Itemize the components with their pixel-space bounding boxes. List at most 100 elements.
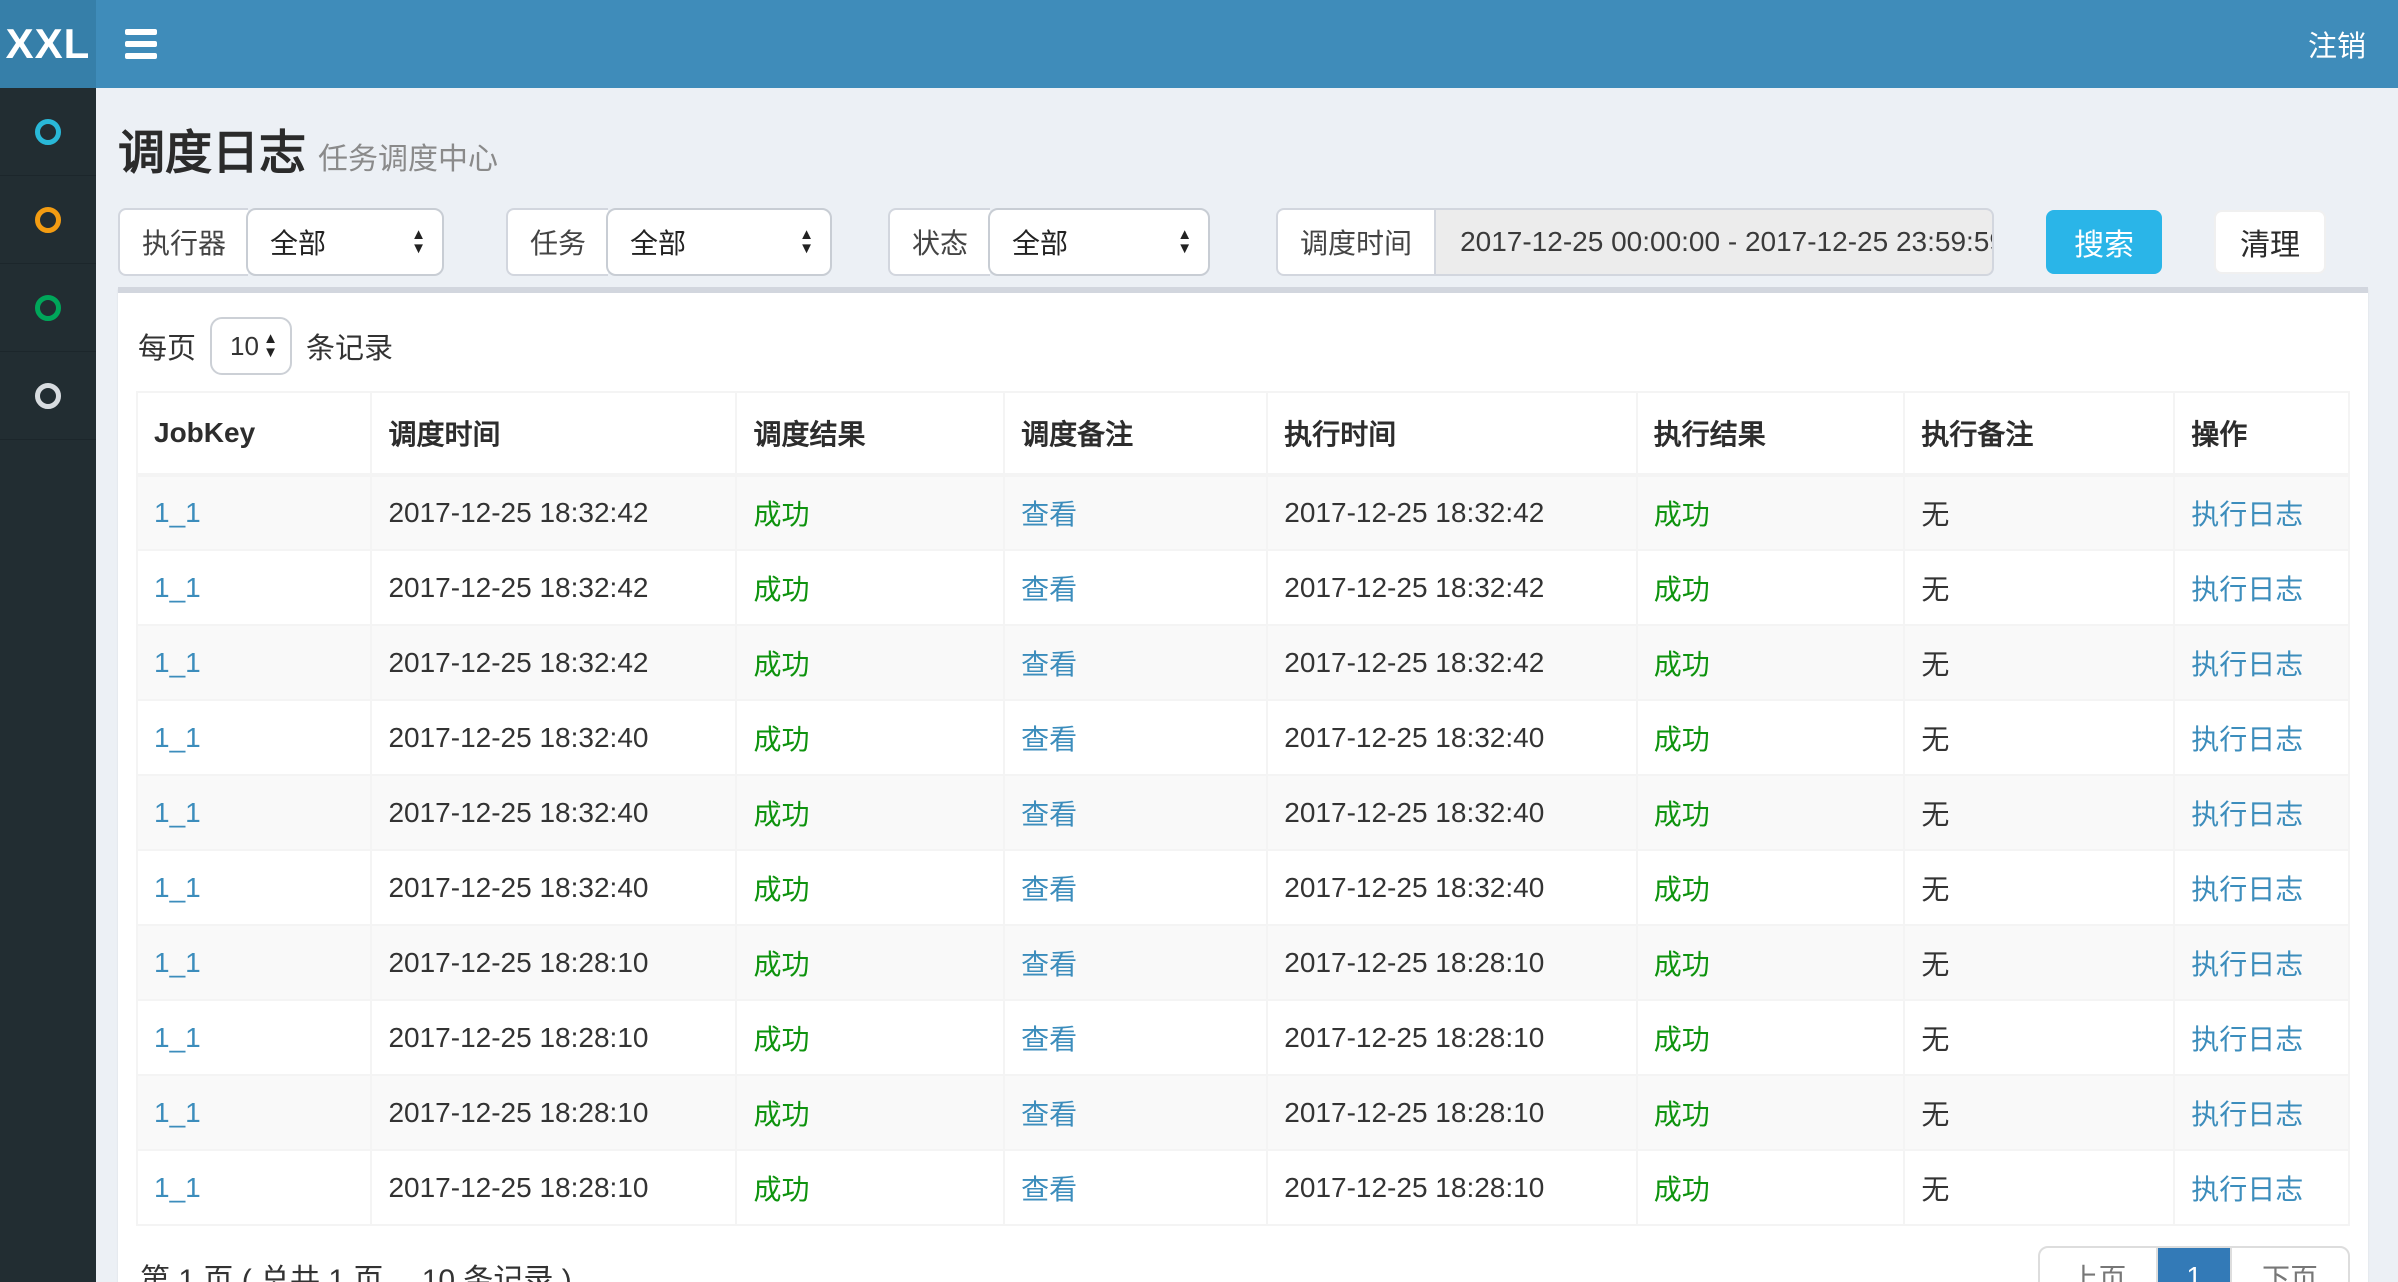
- execution-log-link[interactable]: 执行日志: [2191, 724, 2303, 755]
- trigger-msg-view-link[interactable]: 查看: [1021, 1024, 1077, 1055]
- column-header: 执行备注: [1904, 392, 2174, 475]
- circle-icon: [35, 383, 61, 409]
- execution-log-link[interactable]: 执行日志: [2191, 1099, 2303, 1130]
- handle-time: 2017-12-25 18:32:40: [1284, 872, 1544, 903]
- page-size-suffix-label: 条记录: [306, 325, 393, 367]
- logout-link[interactable]: 注销: [2276, 0, 2398, 88]
- executor-filter-group: 执行器 全部 ▲▼: [118, 208, 444, 276]
- job-key-link[interactable]: 1_1: [154, 947, 201, 978]
- table-row: 1_12017-12-25 18:32:42成功查看2017-12-25 18:…: [137, 550, 2349, 625]
- sidebar-menu-item-4[interactable]: [0, 352, 96, 440]
- execution-log-link[interactable]: 执行日志: [2191, 649, 2303, 680]
- job-key-link[interactable]: 1_1: [154, 1097, 201, 1128]
- handle-msg: 无: [1921, 574, 1949, 605]
- trigger-time-filter-group: 调度时间 2017-12-25 00:00:00 - 2017-12-25 23…: [1276, 208, 1994, 276]
- handle-result: 成功: [1654, 1174, 1710, 1205]
- sidebar-toggle-button[interactable]: [96, 0, 186, 88]
- clear-button[interactable]: 清理: [2214, 210, 2326, 274]
- page-size-value: 10: [230, 331, 259, 362]
- job-filter-value: 全部: [630, 222, 686, 262]
- handle-time: 2017-12-25 18:32:42: [1284, 647, 1544, 678]
- trigger-msg-view-link[interactable]: 查看: [1021, 574, 1077, 605]
- next-page-button[interactable]: 下页: [2232, 1248, 2348, 1282]
- trigger-time: 2017-12-25 18:28:10: [388, 1172, 648, 1203]
- log-panel: 每页 10 ▲▼ 条记录 JobKey调度时间调度结果调度备注执行时间执行结果执…: [118, 287, 2368, 1282]
- table-row: 1_12017-12-25 18:28:10成功查看2017-12-25 18:…: [137, 1075, 2349, 1150]
- sidebar-menu: [0, 88, 96, 1282]
- handle-time: 2017-12-25 18:28:10: [1284, 947, 1544, 978]
- column-header: 调度结果: [736, 392, 1004, 475]
- execution-log-link[interactable]: 执行日志: [2191, 499, 2303, 530]
- navbar-spacer: [186, 0, 2276, 88]
- trigger-msg-view-link[interactable]: 查看: [1021, 499, 1077, 530]
- trigger-msg-view-link[interactable]: 查看: [1021, 724, 1077, 755]
- content-area: 调度日志任务调度中心 执行器 全部 ▲▼ 任务 全部 ▲▼ 状态: [96, 88, 2398, 1282]
- prev-page-button[interactable]: 上页: [2040, 1248, 2158, 1282]
- handle-result: 成功: [1654, 799, 1710, 830]
- select-arrows-icon: ▲▼: [411, 228, 426, 256]
- handle-time: 2017-12-25 18:32:42: [1284, 497, 1544, 528]
- handle-msg: 无: [1921, 649, 1949, 680]
- column-header: 执行时间: [1267, 392, 1636, 475]
- handle-result: 成功: [1654, 949, 1710, 980]
- execution-log-link[interactable]: 执行日志: [2191, 1024, 2303, 1055]
- page-header: 调度日志任务调度中心: [118, 88, 2368, 203]
- executor-filter-select[interactable]: 全部 ▲▼: [246, 208, 444, 276]
- top-navbar: XXL 注销: [0, 0, 2398, 88]
- page-size-prefix-label: 每页: [138, 325, 196, 367]
- status-filter-select[interactable]: 全部 ▲▼: [988, 208, 1210, 276]
- select-arrows-icon: ▲▼: [799, 228, 814, 256]
- job-key-link[interactable]: 1_1: [154, 1022, 201, 1053]
- job-filter-select[interactable]: 全部 ▲▼: [606, 208, 832, 276]
- sidebar-menu-item-2[interactable]: [0, 176, 96, 264]
- execution-log-link[interactable]: 执行日志: [2191, 874, 2303, 905]
- handle-msg: 无: [1921, 1174, 1949, 1205]
- job-key-link[interactable]: 1_1: [154, 497, 201, 528]
- execution-log-link[interactable]: 执行日志: [2191, 574, 2303, 605]
- select-arrows-icon: ▲▼: [1177, 228, 1192, 256]
- page-size-select[interactable]: 10 ▲▼: [210, 317, 292, 375]
- trigger-result: 成功: [753, 1099, 809, 1130]
- job-key-link[interactable]: 1_1: [154, 872, 201, 903]
- trigger-msg-view-link[interactable]: 查看: [1021, 1174, 1077, 1205]
- trigger-result: 成功: [753, 724, 809, 755]
- table-row: 1_12017-12-25 18:32:42成功查看2017-12-25 18:…: [137, 475, 2349, 550]
- sidebar-menu-item-3[interactable]: [0, 264, 96, 352]
- status-filter-label: 状态: [888, 208, 990, 276]
- execution-log-link[interactable]: 执行日志: [2191, 799, 2303, 830]
- trigger-msg-view-link[interactable]: 查看: [1021, 649, 1077, 680]
- trigger-msg-view-link[interactable]: 查看: [1021, 799, 1077, 830]
- job-key-link[interactable]: 1_1: [154, 647, 201, 678]
- app-logo[interactable]: XXL: [0, 0, 96, 88]
- trigger-time-range-input[interactable]: 2017-12-25 00:00:00 - 2017-12-25 23:59:5…: [1434, 208, 1994, 276]
- trigger-msg-view-link[interactable]: 查看: [1021, 949, 1077, 980]
- circle-icon: [35, 207, 61, 233]
- handle-result: 成功: [1654, 1024, 1710, 1055]
- trigger-time: 2017-12-25 18:32:42: [388, 497, 648, 528]
- trigger-time: 2017-12-25 18:32:40: [388, 797, 648, 828]
- job-key-link[interactable]: 1_1: [154, 572, 201, 603]
- trigger-msg-view-link[interactable]: 查看: [1021, 874, 1077, 905]
- sidebar-menu-item-1[interactable]: [0, 88, 96, 176]
- job-filter-group: 任务 全部 ▲▼: [506, 208, 832, 276]
- trigger-msg-view-link[interactable]: 查看: [1021, 1099, 1077, 1130]
- job-key-link[interactable]: 1_1: [154, 1172, 201, 1203]
- table-row: 1_12017-12-25 18:28:10成功查看2017-12-25 18:…: [137, 925, 2349, 1000]
- table-row: 1_1 2017-12-25 18:32:40 成功 查看 2017-12-25 18:…: [137, 700, 2349, 775]
- trigger-time: 2017-12-25 18:32:40: [388, 722, 648, 753]
- handle-time: 2017-12-25 18:32:40: [1284, 722, 1544, 753]
- job-key-link[interactable]: 1_1: [154, 722, 201, 753]
- execution-log-link[interactable]: 执行日志: [2191, 1174, 2303, 1205]
- execution-log-link[interactable]: 执行日志: [2191, 949, 2303, 980]
- handle-time: 2017-12-25 18:28:10: [1284, 1172, 1544, 1203]
- handle-time: 2017-12-25 18:32:42: [1284, 572, 1544, 603]
- trigger-time: 2017-12-25 18:32:40: [388, 872, 648, 903]
- job-key-link[interactable]: 1_1: [154, 797, 201, 828]
- executor-filter-value: 全部: [270, 222, 326, 262]
- handle-msg: 无: [1921, 799, 1949, 830]
- hamburger-icon: [125, 29, 157, 59]
- current-page-button[interactable]: 1: [2158, 1248, 2232, 1282]
- page-size-row: 每页 10 ▲▼ 条记录: [136, 311, 2350, 391]
- search-button[interactable]: 搜索: [2046, 210, 2162, 274]
- trigger-result: 成功: [753, 649, 809, 680]
